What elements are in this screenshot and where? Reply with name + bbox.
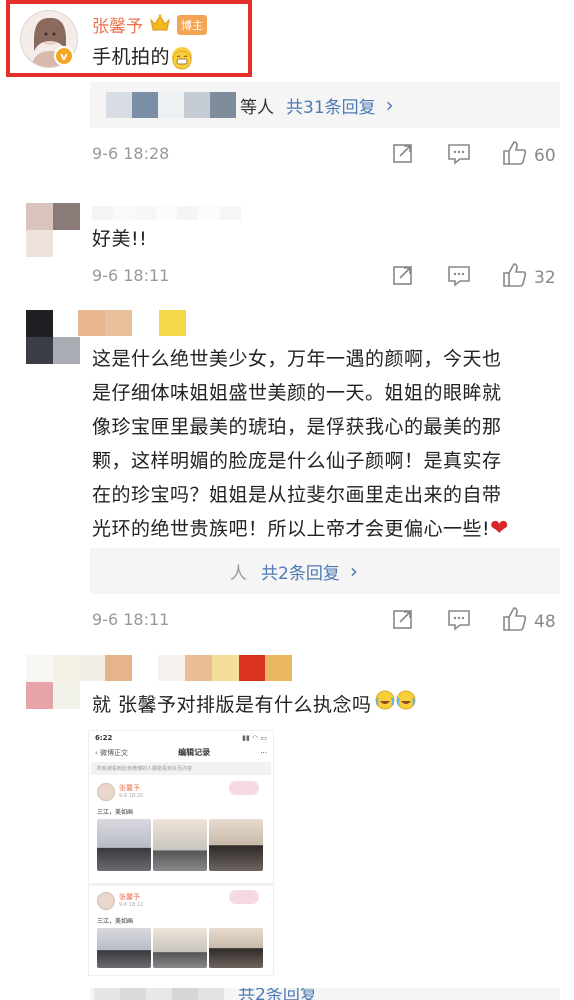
reply-summary[interactable]: 人 共2条回复 › [90,548,560,594]
avatar [97,783,115,801]
like-count: 60 [534,145,556,166]
blurred-names [94,988,224,1000]
blurred-names [106,92,236,118]
comment-icon[interactable] [447,265,471,291]
photo [153,819,207,871]
status-time: 6:22 [95,734,113,742]
photo [153,928,207,968]
reply-count-link[interactable]: 共2条回复 [261,559,340,584]
photo [209,819,263,871]
like-button[interactable]: 60 [502,140,556,171]
reply-count-link[interactable]: 共31条回复 [286,93,376,118]
back-link: ‹ 微博正文 [95,748,129,757]
photo [97,928,151,968]
comment-1-text: 手机拍的 [92,40,193,74]
share-icon[interactable] [392,142,414,168]
blurred-username [92,206,262,220]
sticker [229,781,259,795]
thumbs-up-icon [502,140,528,171]
crown-icon [149,14,171,36]
chevron-right-icon: › [385,93,394,117]
comment-3-text: 这是什么绝世美少女，万年一遇的颜啊，今天也 是仔细体味姐姐盛世美颜的一天。姐姐的… [92,348,510,541]
thumbs-up-icon [502,606,528,637]
status-icons: ▮▮ ◠ ▭ [242,734,267,742]
comment-1-header: 张馨予 博主 [92,12,207,37]
share-icon[interactable] [392,608,414,634]
comment-3-time: 9-6 18:11 [92,610,170,629]
reply-summary[interactable]: 共2条回复 [90,988,560,1000]
like-count: 48 [534,611,556,632]
reply-count-link[interactable]: 共2条回复 [238,988,317,1000]
blurred-username [78,655,292,681]
comment-2-time: 9-6 18:11 [92,266,170,285]
comment-2-text: 好美!! [92,228,148,250]
share-icon[interactable] [392,264,414,290]
author-name[interactable]: 张馨予 [92,12,143,37]
sticker [229,890,259,904]
photo [97,819,151,871]
laugh-cry-emoji-icon [374,688,418,722]
avatar [97,892,115,910]
notice-bar: 所有被看到此条微博的人都能看到本页内容 [91,762,271,775]
comment-1-time: 9-6 18:28 [92,144,170,163]
embedded-screenshot[interactable]: 6:22 ▮▮ ◠ ▭ ‹ 微博正文 编辑记录 ··· 所有被看到此条微博的人都… [88,730,274,976]
avatar[interactable] [26,655,80,709]
comment-icon[interactable] [447,143,471,169]
heart-emoji-icon: ❤ [490,516,510,541]
reply-summary[interactable]: 等人 共31条回复 › [90,82,560,128]
avatar[interactable] [26,310,80,364]
chevron-right-icon: › [349,559,358,583]
edit-history-title: 编辑记录 [178,748,211,757]
avatar[interactable] [26,203,80,257]
comment-icon[interactable] [447,609,471,635]
like-count: 32 [534,267,556,288]
photo [209,928,263,968]
thumbs-up-icon [502,262,528,293]
like-button[interactable]: 32 [502,262,556,293]
grin-emoji-icon [172,47,193,70]
blogger-badge: 博主 [177,14,207,35]
history-post: 张馨予 9-6 18:20 三江，美如画 [89,775,273,883]
comment-4-text: 就 张馨予对排版是有什么执念吗 [92,688,418,722]
history-post: 张馨予 9-6 18:12 三江，美如画 [89,883,273,983]
blurred-username [78,310,186,336]
like-button[interactable]: 48 [502,606,556,637]
verified-badge-icon: v [54,46,74,66]
